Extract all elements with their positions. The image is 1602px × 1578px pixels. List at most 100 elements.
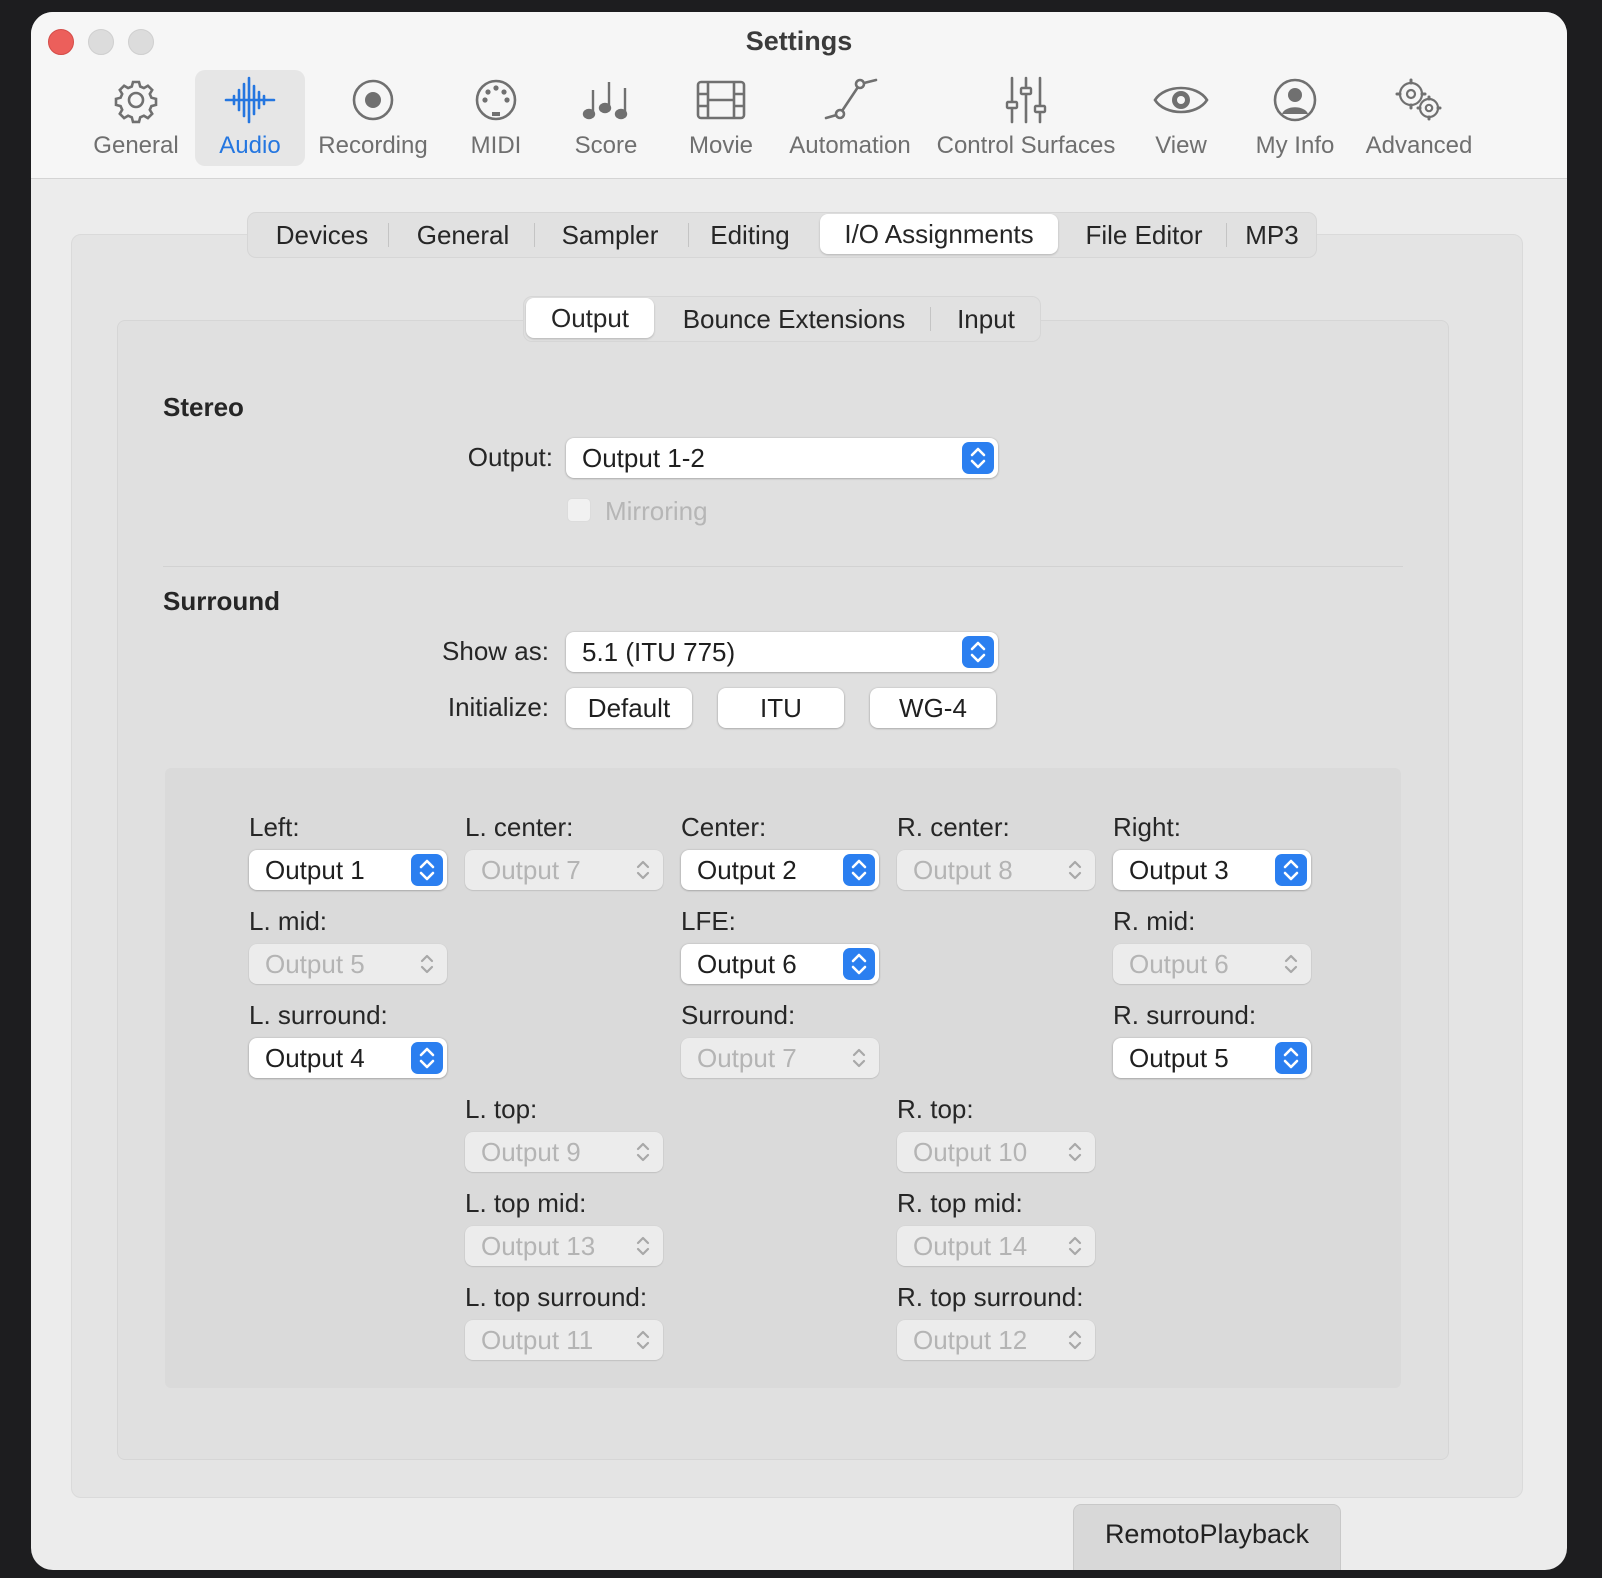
r-mid-channel-label: R. mid: <box>1113 906 1196 936</box>
toolbar-my-info[interactable]: My Info <box>1247 70 1343 166</box>
l-center-channel-label: L. center: <box>465 812 574 842</box>
l-surround-channel-label: L. surround: <box>249 1000 388 1030</box>
r-top-channel-popup[interactable]: Output 10 <box>897 1132 1095 1172</box>
tab-separator <box>534 223 535 247</box>
initialize-itu-button[interactable]: ITU <box>718 688 844 728</box>
mirroring-label: Mirroring <box>605 496 708 526</box>
r-center-channel-label: R. center: <box>897 812 1010 842</box>
toolbar: Settings General Audio Recording MIDI Sc… <box>31 12 1567 179</box>
tab-separator <box>388 223 389 247</box>
center-channel-label: Center: <box>681 812 767 842</box>
toolbar-label: Control Surfaces <box>936 132 1116 159</box>
left-channel-popup[interactable]: Output 1 <box>249 850 447 890</box>
popup-arrows-icon <box>627 1230 659 1262</box>
l-top-surround-channel-popup[interactable]: Output 11 <box>465 1320 663 1360</box>
tab-bounce-extensions[interactable]: Bounce Extensions <box>664 297 924 341</box>
initialize-wg4-button[interactable]: WG-4 <box>870 688 996 728</box>
center-channel-value: Output 2 <box>697 855 797 885</box>
toolbar-general[interactable]: General <box>83 70 189 166</box>
r-top-surround-channel-value: Output 12 <box>913 1325 1028 1355</box>
r-top-channel-label: R. top: <box>897 1094 974 1124</box>
l-mid-channel-popup[interactable]: Output 5 <box>249 944 447 984</box>
popup-arrows-icon <box>411 948 443 980</box>
tab-file-editor[interactable]: File Editor <box>1068 213 1220 257</box>
surround-channel-popup[interactable]: Output 7 <box>681 1038 879 1078</box>
tab-devices[interactable]: Devices <box>262 213 382 257</box>
stereo-output-popup[interactable]: Output 1-2 <box>566 438 998 478</box>
toolbar-advanced[interactable]: Advanced <box>1361 70 1477 166</box>
surround-section-title: Surround <box>163 586 280 616</box>
toolbar-midi[interactable]: MIDI <box>451 70 541 166</box>
r-mid-channel-popup[interactable]: Output 6 <box>1113 944 1311 984</box>
r-top-mid-channel-popup[interactable]: Output 14 <box>897 1226 1095 1266</box>
show-as-label: Show as: <box>442 636 549 666</box>
lfe-channel-popup[interactable]: Output 6 <box>681 944 879 984</box>
popup-arrows-icon <box>1059 1230 1091 1262</box>
l-top-surround-channel-label: L. top surround: <box>465 1282 648 1312</box>
popup-arrows-icon <box>411 1042 443 1074</box>
toolbar-label: Audio <box>219 132 281 159</box>
popup-arrows-icon <box>1275 1042 1307 1074</box>
background-window-tab[interactable]: RemotoPlayback <box>1073 1504 1341 1570</box>
popup-arrows-icon <box>843 1042 875 1074</box>
tab-sampler[interactable]: Sampler <box>540 213 680 257</box>
r-mid-channel-value: Output 6 <box>1129 949 1229 979</box>
tab-io-assignments[interactable]: I/O Assignments <box>820 214 1058 254</box>
popup-arrows-icon <box>1059 1324 1091 1356</box>
left-channel-value: Output 1 <box>265 855 365 885</box>
toolbar-movie[interactable]: Movie <box>671 70 771 166</box>
show-as-value: 5.1 (ITU 775) <box>582 637 736 667</box>
film-icon <box>696 80 746 120</box>
l-top-mid-channel-value: Output 13 <box>481 1231 596 1261</box>
l-top-mid-channel-label: L. top mid: <box>465 1188 587 1218</box>
toolbar-audio[interactable]: Audio <box>195 70 305 166</box>
tab-mp3[interactable]: MP3 <box>1232 213 1312 257</box>
r-top-mid-channel-label: R. top mid: <box>897 1188 1023 1218</box>
left-channel-label: Left: <box>249 812 300 842</box>
initialize-default-button[interactable]: Default <box>566 688 692 728</box>
right-channel-popup[interactable]: Output 3 <box>1113 850 1311 890</box>
r-center-channel-value: Output 8 <box>913 855 1013 885</box>
tab-output[interactable]: Output <box>526 298 654 338</box>
l-surround-channel-value: Output 4 <box>265 1043 365 1073</box>
l-top-surround-channel-value: Output 11 <box>481 1325 594 1355</box>
window-title: Settings <box>745 26 853 56</box>
l-surround-channel-popup[interactable]: Output 4 <box>249 1038 447 1078</box>
toolbar-label: MIDI <box>470 132 522 159</box>
toolbar-score[interactable]: Score <box>561 70 651 166</box>
gear-icon <box>114 80 158 124</box>
toolbar-label: Score <box>574 132 638 159</box>
mirroring-checkbox[interactable] <box>567 498 591 522</box>
toolbar-label: General <box>93 132 179 159</box>
l-top-mid-channel-popup[interactable]: Output 13 <box>465 1226 663 1266</box>
r-top-mid-channel-value: Output 14 <box>913 1231 1028 1261</box>
popup-arrows-icon <box>1275 854 1307 886</box>
popup-arrows-icon <box>1059 854 1091 886</box>
r-top-surround-channel-popup[interactable]: Output 12 <box>897 1320 1095 1360</box>
toolbar-label: Movie <box>688 132 754 159</box>
popup-arrows-icon <box>627 1324 659 1356</box>
toolbar-control-surfaces[interactable]: Control Surfaces <box>931 70 1121 166</box>
toolbar-recording[interactable]: Recording <box>313 70 433 166</box>
tab-general[interactable]: General <box>398 213 528 257</box>
popup-arrows-icon <box>962 442 994 474</box>
tab-input[interactable]: Input <box>936 297 1036 341</box>
l-top-channel-popup[interactable]: Output 9 <box>465 1132 663 1172</box>
tab-separator <box>930 307 931 331</box>
r-surround-channel-popup[interactable]: Output 5 <box>1113 1038 1311 1078</box>
toolbar-automation[interactable]: Automation <box>787 70 913 166</box>
right-channel-label: Right: <box>1113 812 1181 842</box>
tab-editing[interactable]: Editing <box>690 213 810 257</box>
lfe-channel-value: Output 6 <box>697 949 797 979</box>
center-channel-popup[interactable]: Output 2 <box>681 850 879 890</box>
toolbar-view[interactable]: View <box>1141 70 1221 166</box>
popup-arrows-icon <box>627 1136 659 1168</box>
r-top-surround-channel-label: R. top surround: <box>897 1282 1084 1312</box>
show-as-popup[interactable]: 5.1 (ITU 775) <box>566 632 998 672</box>
surround-channel-label: Surround: <box>681 1000 796 1030</box>
automation-curve-icon <box>824 78 878 120</box>
l-center-channel-popup[interactable]: Output 7 <box>465 850 663 890</box>
toolbar-label: Automation <box>789 132 911 159</box>
l-mid-channel-value: Output 5 <box>265 949 365 979</box>
r-center-channel-popup[interactable]: Output 8 <box>897 850 1095 890</box>
